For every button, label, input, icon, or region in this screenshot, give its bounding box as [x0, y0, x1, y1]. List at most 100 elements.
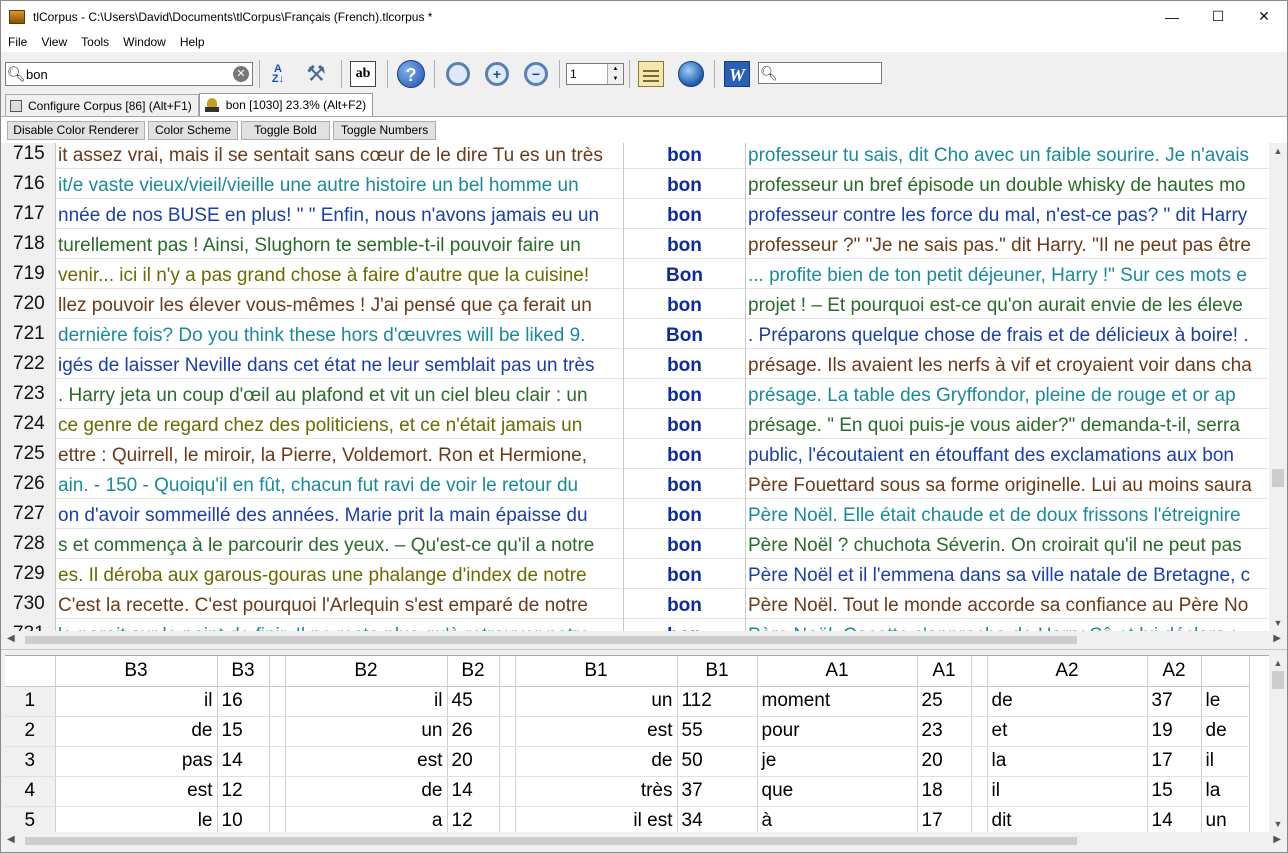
- tab-bon[interactable]: bon [1030] 23.3% (Alt+F2): [198, 93, 374, 116]
- grid-cell[interactable]: et: [987, 716, 1148, 747]
- grid-cell[interactable]: très: [515, 776, 678, 807]
- grid-cell[interactable]: 55: [677, 716, 758, 747]
- grid-cell[interactable]: 12: [447, 806, 500, 832]
- grid-horizontal-scrollbar[interactable]: ◀ ▶: [1, 832, 1287, 850]
- grid-cell[interactable]: 26: [447, 716, 500, 747]
- grid-row[interactable]: 4 est 12 de 14 très 37 que 18 il 15 la: [5, 776, 1250, 807]
- concordance-vertical-scrollbar[interactable]: ▲ ▼: [1269, 143, 1287, 631]
- grid-header[interactable]: A1: [917, 656, 972, 687]
- grid-cell[interactable]: est: [285, 746, 448, 777]
- grid-cell[interactable]: 25: [917, 686, 972, 717]
- grid-row[interactable]: 1 il 16 il 45 un 112 moment 25 de 37 le: [5, 686, 1250, 717]
- grid-cell[interactable]: le: [1201, 686, 1250, 717]
- zoom-in-button[interactable]: +: [482, 59, 512, 89]
- grid-cell[interactable]: la: [987, 746, 1148, 777]
- grid-cell[interactable]: 19: [1147, 716, 1202, 747]
- grid-cell[interactable]: 20: [447, 746, 500, 777]
- abc-button[interactable]: ab: [348, 59, 378, 89]
- scroll-down-icon[interactable]: ▼: [1269, 816, 1287, 832]
- grid-cell[interactable]: 45: [447, 686, 500, 717]
- grid-cell[interactable]: 15: [217, 716, 270, 747]
- grid-cell[interactable]: de: [987, 686, 1148, 717]
- concordance-row[interactable]: 715 it assez vrai, mais il se sentait san…: [1, 143, 1269, 169]
- stepper-up-icon[interactable]: ▲: [608, 64, 623, 74]
- grid-cell[interactable]: un: [285, 716, 448, 747]
- grid-cell[interactable]: pour: [757, 716, 918, 747]
- grid-header[interactable]: B2: [447, 656, 500, 687]
- grid-cell[interactable]: 12: [217, 776, 270, 807]
- grid-cell[interactable]: il: [55, 686, 218, 717]
- grid-cell[interactable]: 10: [217, 806, 270, 832]
- maximize-button[interactable]: ☐: [1195, 1, 1241, 32]
- grid-cell[interactable]: 20: [917, 746, 972, 777]
- toggle-numbers-button[interactable]: Toggle Numbers: [333, 121, 436, 140]
- menu-window[interactable]: Window: [116, 35, 173, 49]
- grid-cell[interactable]: est: [515, 716, 678, 747]
- concordance-row[interactable]: 728 s et commença à le parcourir des yeux…: [1, 529, 1269, 559]
- close-button[interactable]: ✕: [1241, 1, 1287, 32]
- grid-cell[interactable]: 34: [677, 806, 758, 832]
- clear-search-icon[interactable]: ✕: [233, 66, 249, 82]
- grid-cell[interactable]: 14: [1147, 806, 1202, 832]
- grid-cell[interactable]: 23: [917, 716, 972, 747]
- color-scheme-button[interactable]: Color Scheme: [148, 121, 238, 140]
- grid-cell[interactable]: 14: [217, 746, 270, 777]
- globe-button[interactable]: [676, 59, 706, 89]
- concordance-view[interactable]: 715 it assez vrai, mais il se sentait san…: [1, 143, 1269, 631]
- concordance-row[interactable]: 716 it/e vaste vieux/vieil/vieille une au…: [1, 169, 1269, 199]
- toggle-bold-button[interactable]: Toggle Bold: [241, 121, 330, 140]
- concordance-row[interactable]: 723. Harry jeta un coup d'œil au plafond…: [1, 379, 1269, 409]
- disable-color-renderer-button[interactable]: Disable Color Renderer: [7, 121, 145, 140]
- grid-cell[interactable]: pas: [55, 746, 218, 777]
- concordance-horizontal-scrollbar[interactable]: ◀ ▶: [1, 631, 1287, 649]
- concordance-row[interactable]: 731le parait sur le point de finir. Il n…: [1, 619, 1269, 631]
- grid-cell[interactable]: il est: [515, 806, 678, 832]
- grid-cell[interactable]: 37: [677, 776, 758, 807]
- grid-cell[interactable]: le: [55, 806, 218, 832]
- concordance-row[interactable]: 730 C'est la recette. C'est pourquoi l'Ar…: [1, 589, 1269, 619]
- scroll-left-icon[interactable]: ◀: [7, 834, 15, 845]
- menu-file[interactable]: File: [1, 35, 34, 49]
- grid-cell[interactable]: je: [757, 746, 918, 777]
- zoom-out-button[interactable]: −: [521, 59, 551, 89]
- grid-header[interactable]: B3: [55, 656, 218, 687]
- concordance-row[interactable]: 722 igés de laisser Neville dans cet état…: [1, 349, 1269, 379]
- scroll-thumb[interactable]: [25, 837, 1077, 845]
- concordance-row[interactable]: 718 turellement pas ! Ainsi, Slughorn te …: [1, 229, 1269, 259]
- grid-cell[interactable]: il: [1201, 746, 1250, 777]
- scroll-right-icon[interactable]: ▶: [1273, 633, 1281, 644]
- grid-header[interactable]: B2: [285, 656, 448, 687]
- grid-cell[interactable]: il: [285, 686, 448, 717]
- grid-cell[interactable]: 17: [1147, 746, 1202, 777]
- scroll-left-icon[interactable]: ◀: [7, 633, 15, 644]
- sort-az-button[interactable]: A Z↓: [263, 59, 293, 89]
- concordance-row[interactable]: 726 ain. - 150 - Quoiqu'il en fût, chacun…: [1, 469, 1269, 499]
- grid-row[interactable]: 2 de 15 un 26 est 55 pour 23 et 19 de: [5, 716, 1250, 747]
- menu-view[interactable]: View: [34, 35, 74, 49]
- page-input[interactable]: [567, 64, 607, 84]
- scroll-down-icon[interactable]: ▼: [1269, 615, 1287, 631]
- stepper-down-icon[interactable]: ▼: [608, 74, 623, 84]
- concordance-row[interactable]: 717 nnée de nos BUSE en plus! " " Enfin, …: [1, 199, 1269, 229]
- grid-cell[interactable]: de: [1201, 716, 1250, 747]
- scroll-up-icon[interactable]: ▲: [1269, 143, 1287, 159]
- grid-header[interactable]: B3: [217, 656, 270, 687]
- grid-cell[interactable]: de: [55, 716, 218, 747]
- grid-header[interactable]: A2: [987, 656, 1148, 687]
- grid-vertical-scrollbar[interactable]: ▲ ▼: [1269, 655, 1287, 832]
- grid-cell[interactable]: 15: [1147, 776, 1202, 807]
- concordance-row[interactable]: 729 es. Il déroba aux garous-gouras une p…: [1, 559, 1269, 589]
- grid-row[interactable]: 3 pas 14 est 20 de 50 je 20 la 17 il: [5, 746, 1250, 777]
- scroll-right-icon[interactable]: ▶: [1273, 834, 1281, 845]
- menu-help[interactable]: Help: [173, 35, 212, 49]
- tab-configure-corpus[interactable]: Configure Corpus [86] (Alt+F1): [5, 94, 199, 116]
- zoom-fit-button[interactable]: [443, 59, 473, 89]
- secondary-search-input[interactable]: [779, 66, 877, 80]
- menu-tools[interactable]: Tools: [74, 35, 116, 49]
- grid-cell[interactable]: est: [55, 776, 218, 807]
- grid-cell[interactable]: il: [987, 776, 1148, 807]
- grid-cell[interactable]: 37: [1147, 686, 1202, 717]
- concordance-row[interactable]: 720 llez pouvoir les élever vous-mêmes ! …: [1, 289, 1269, 319]
- concordance-row[interactable]: 724 ce genre de regard chez des politicie…: [1, 409, 1269, 439]
- word-button[interactable]: W: [722, 59, 752, 89]
